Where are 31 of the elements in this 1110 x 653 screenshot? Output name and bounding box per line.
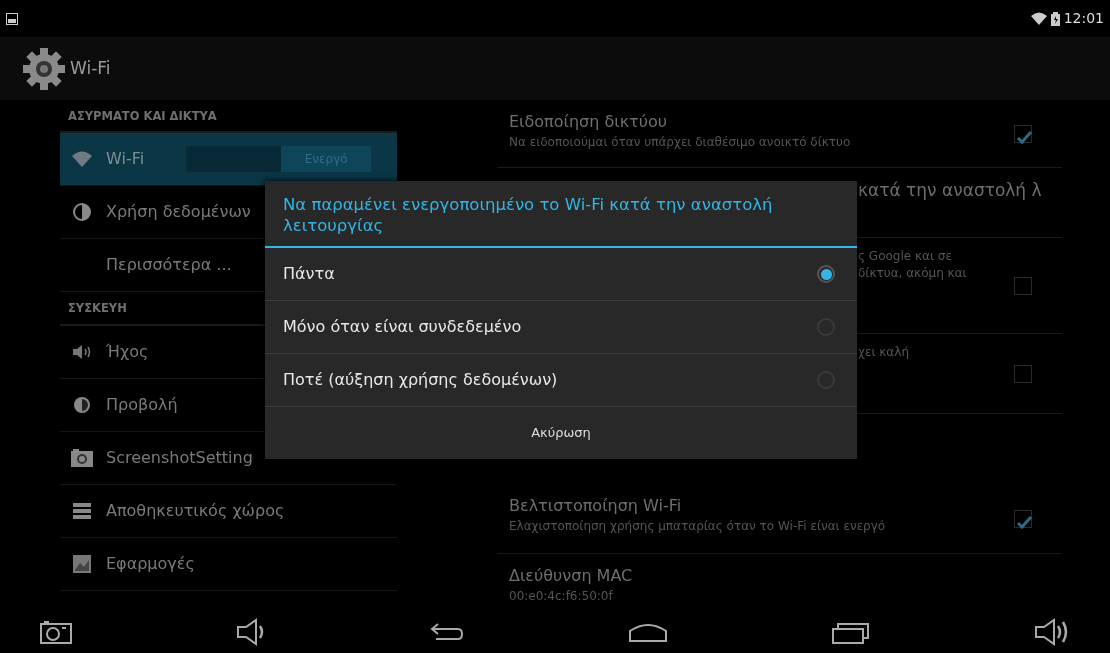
preference-title: Ειδοποίηση δικτύου	[509, 111, 668, 133]
preference-summary: ς Google και σε	[858, 248, 952, 265]
gear-icon[interactable]	[22, 46, 66, 91]
checkbox[interactable]	[1014, 509, 1032, 528]
volume-up-icon[interactable]	[1034, 616, 1070, 647]
volume-down-icon[interactable]	[236, 617, 266, 646]
preference-summary: Ελαχιστοποίηση χρήσης μπαταρίας όταν το Wi-Fi είναι ενεργό	[509, 518, 887, 535]
checkbox[interactable]	[1014, 276, 1032, 295]
preference-title: Διεύθυνση MAC	[509, 565, 634, 587]
checkbox[interactable]	[1014, 124, 1032, 143]
preference-summary: Να ειδοποιούμαι όταν υπάρχει διαθέσιμο ανοικτό δίκτυο	[509, 134, 852, 151]
preference-summary: 00:e0:4c:f6:50:0f	[509, 588, 614, 605]
screen-title: Wi-Fi	[70, 56, 111, 80]
preference-title: κατά την αναστολή λ	[858, 179, 1042, 202]
camera-icon[interactable]	[40, 619, 72, 644]
radio-option[interactable]: Ποτέ (αύξηση χρήσης δεδομένων)	[265, 354, 857, 407]
settings-category-item[interactable]: Αποθηκευτικός χώρος	[60, 484, 397, 538]
preference-title: Βελτιστοποίηση Wi-Fi	[509, 495, 683, 517]
radio-option[interactable]: Μόνο όταν είναι συνδεδεμένο	[265, 301, 857, 354]
radio-button[interactable]	[817, 265, 835, 283]
back-icon[interactable]	[430, 621, 464, 642]
preference-summary: χει καλή	[858, 344, 909, 361]
preference-summary: δίκτυα, ακόμη και	[858, 265, 967, 282]
wifi-signal-icon	[1030, 12, 1047, 25]
picture-notification-icon	[6, 12, 18, 25]
battery-icon	[1050, 11, 1060, 26]
clock-time: 12:01	[1063, 9, 1104, 28]
checkbox[interactable]	[1014, 364, 1032, 383]
radio-option[interactable]: Πάντα	[265, 248, 857, 301]
settings-category-item[interactable]: Εφαρμογές	[60, 537, 397, 591]
dialog-title: Να παραμένει ενεργοποιημένο το Wi-Fi κατά την αναστολή λειτουργίας	[265, 181, 857, 248]
